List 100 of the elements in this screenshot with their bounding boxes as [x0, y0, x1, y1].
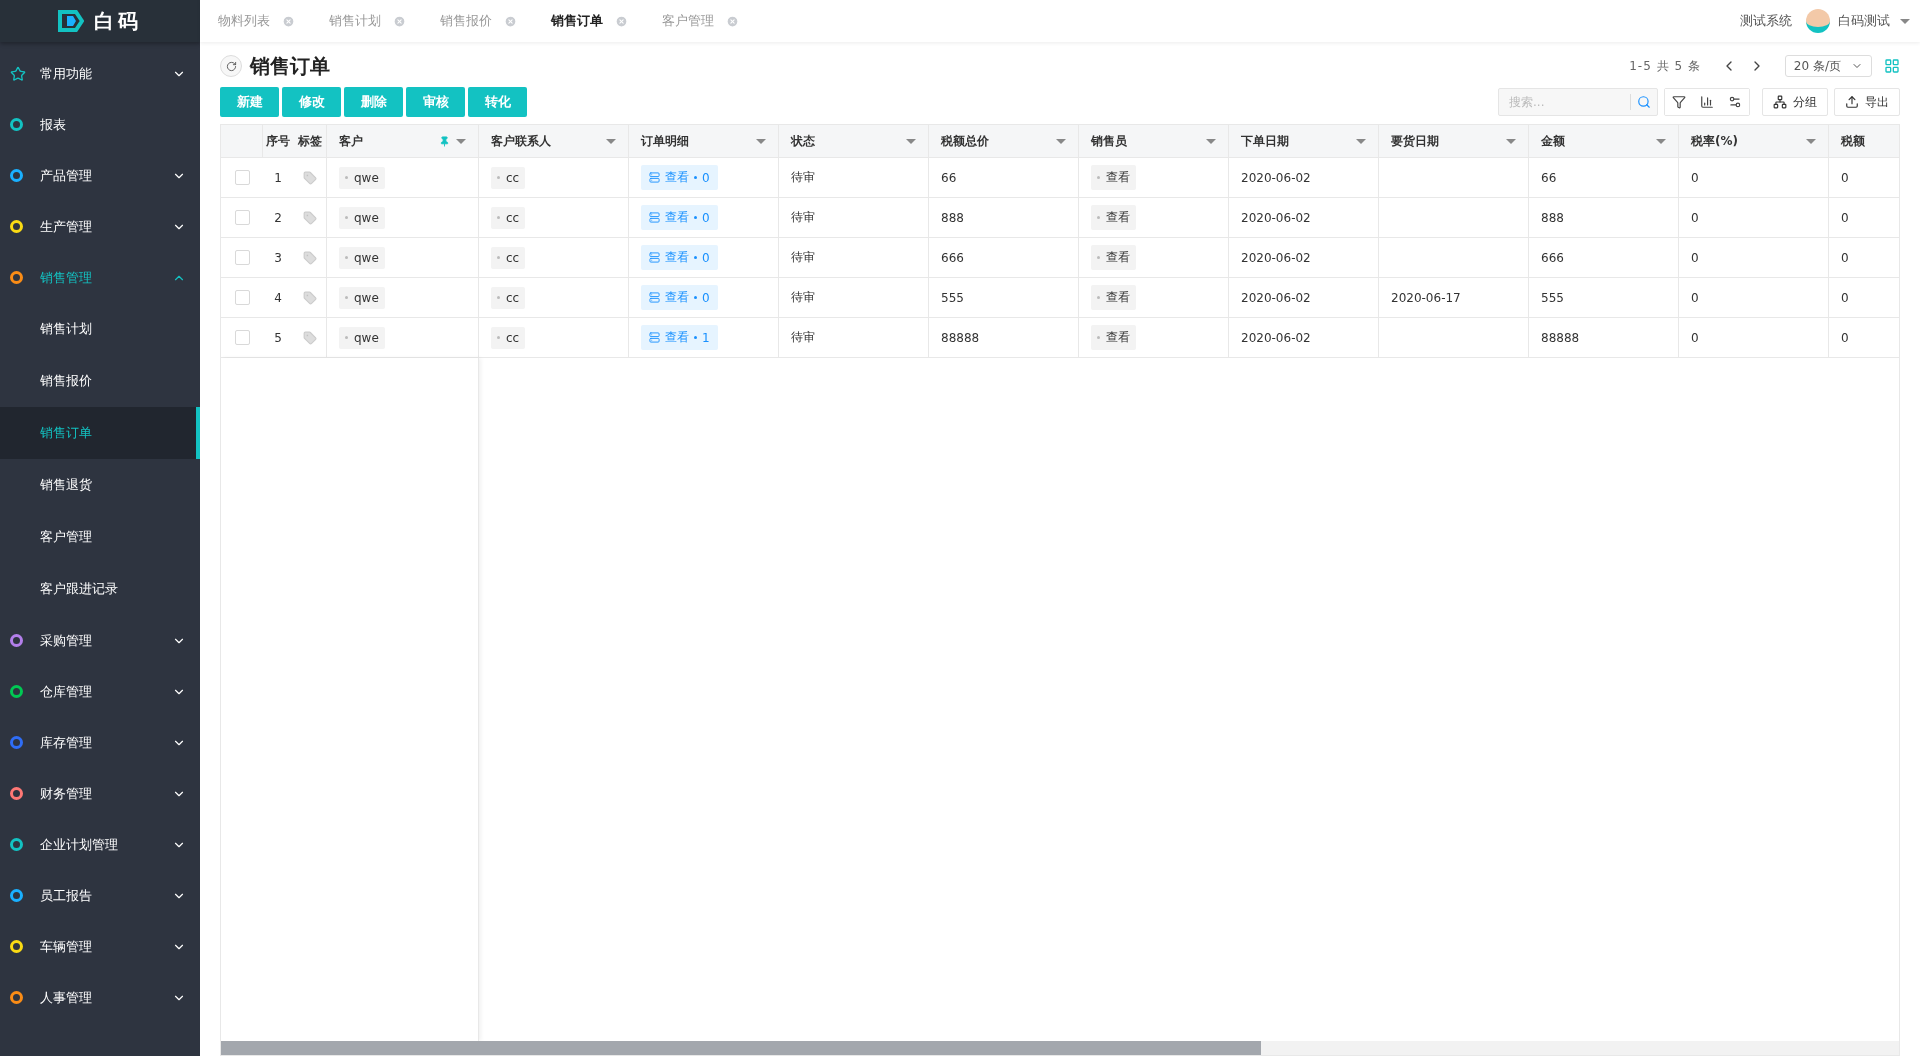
caret-icon[interactable]: [1206, 138, 1216, 144]
search-field[interactable]: 搜索...: [1507, 94, 1630, 110]
table-cell: 66: [941, 170, 957, 185]
tab[interactable]: 销售订单: [551, 12, 644, 30]
close-icon[interactable]: [504, 14, 517, 28]
tag-icon[interactable]: [302, 250, 317, 265]
grid-icon[interactable]: [1884, 58, 1900, 74]
sidebar-item[interactable]: 常用功能: [0, 48, 200, 99]
contact-tag[interactable]: cc: [491, 206, 526, 229]
sidebar-item[interactable]: 财务管理: [0, 768, 200, 819]
column-header[interactable]: 税额总价: [941, 132, 1050, 150]
row-checkbox[interactable]: [234, 250, 250, 265]
column-header[interactable]: 销售员: [1091, 132, 1200, 150]
caret-icon[interactable]: [906, 138, 916, 144]
customer-tag[interactable]: qwe: [339, 246, 385, 269]
column-header: 标签: [293, 125, 327, 157]
contact-tag[interactable]: cc: [491, 326, 526, 349]
caret-icon[interactable]: [456, 138, 466, 144]
table-cell: 待审: [791, 169, 815, 186]
table-cell: 88888: [1541, 330, 1580, 345]
view-link[interactable]: 查看: [1091, 325, 1136, 350]
list-icon: [649, 172, 660, 183]
toolbar-button[interactable]: 分组: [1762, 88, 1828, 116]
page-size-select[interactable]: 20 条/页: [1784, 55, 1872, 77]
customer-tag[interactable]: qwe: [339, 286, 385, 309]
customer-tag[interactable]: qwe: [339, 166, 385, 189]
tag-icon[interactable]: [302, 330, 317, 345]
sidebar-item[interactable]: 库存管理: [0, 717, 200, 768]
caret-icon[interactable]: [606, 138, 616, 144]
caret-icon[interactable]: [1356, 138, 1366, 144]
table-cell: 0: [1841, 250, 1849, 265]
close-icon[interactable]: [615, 14, 628, 28]
sidebar-subitem[interactable]: 客户管理: [0, 511, 200, 563]
close-icon[interactable]: [282, 14, 295, 28]
contact-tag[interactable]: cc: [491, 166, 526, 189]
sidebar-subitem[interactable]: 销售报价: [0, 355, 200, 407]
table-cell: 0: [1841, 170, 1849, 185]
caret-icon[interactable]: [1656, 138, 1666, 144]
table-cell: 555: [941, 290, 964, 305]
sidebar-subitem[interactable]: 销售计划: [0, 303, 200, 355]
view-link[interactable]: 查看: [1091, 285, 1136, 310]
sidebar-subitem[interactable]: 销售订单: [0, 407, 200, 459]
scrollbar-thumb[interactable]: [221, 1041, 1262, 1055]
table-cell: 88888: [941, 330, 980, 345]
table-cell: 0: [1691, 210, 1699, 225]
sidebar-item[interactable]: 采购管理: [0, 615, 200, 666]
list-icon: [649, 212, 660, 223]
search-icon: [1637, 95, 1651, 109]
table-cell: 0: [1691, 250, 1699, 265]
column-header[interactable]: 税率(%): [1691, 132, 1800, 150]
contact-tag[interactable]: cc: [491, 286, 526, 309]
caret-icon[interactable]: [1900, 18, 1910, 24]
customer-tag[interactable]: qwe: [339, 206, 385, 229]
column-header[interactable]: 要货日期: [1391, 132, 1500, 150]
column-header[interactable]: 金额: [1541, 132, 1650, 150]
contact-tag[interactable]: cc: [491, 246, 526, 269]
column-header[interactable]: 状态: [791, 132, 900, 150]
close-icon[interactable]: [393, 14, 406, 28]
view-link[interactable]: 查看: [1091, 165, 1136, 190]
toolbar-button[interactable]: 导出: [1834, 88, 1900, 116]
sidebar-item[interactable]: 产品管理: [0, 150, 200, 201]
sidebar-subitem[interactable]: 销售退货: [0, 459, 200, 511]
user-name[interactable]: 白码测试: [1838, 12, 1890, 30]
close-icon[interactable]: [726, 14, 739, 28]
table-cell: 0: [1841, 210, 1849, 225]
sidebar-subitem[interactable]: 客户跟进记录: [0, 563, 200, 615]
table-cell: 0: [1691, 330, 1699, 345]
row-checkbox[interactable]: [234, 210, 250, 225]
search-box[interactable]: 搜索...: [1498, 88, 1658, 116]
sidebar-item[interactable]: 员工报告: [0, 870, 200, 921]
upload-icon: [1845, 95, 1859, 109]
caret-icon[interactable]: [756, 138, 766, 144]
sidebar-item[interactable]: 生产管理: [0, 201, 200, 252]
row-checkbox[interactable]: [234, 330, 250, 345]
column-header[interactable]: 客户: [339, 132, 433, 150]
refresh-button[interactable]: [220, 55, 242, 77]
table-cell: 2020-06-02: [1241, 210, 1311, 225]
sidebar-item[interactable]: 销售管理: [0, 252, 200, 303]
column-header[interactable]: 下单日期: [1241, 132, 1350, 150]
row-checkbox[interactable]: [234, 290, 250, 305]
column-header[interactable]: 客户联系人: [491, 132, 600, 150]
sidebar-item[interactable]: 企业计划管理: [0, 819, 200, 870]
column-header[interactable]: 税额: [1841, 132, 1899, 150]
tag-icon[interactable]: [302, 210, 317, 225]
sidebar-item[interactable]: 人事管理: [0, 972, 200, 1023]
row-checkbox[interactable]: [234, 170, 250, 185]
column-header[interactable]: 订单明细: [641, 132, 750, 150]
caret-icon[interactable]: [1056, 138, 1066, 144]
sidebar-item[interactable]: 车辆管理: [0, 921, 200, 972]
pin-icon[interactable]: [439, 135, 450, 147]
customer-tag[interactable]: qwe: [339, 326, 385, 349]
view-link[interactable]: 查看: [1091, 205, 1136, 230]
table-cell: 待审: [791, 289, 815, 306]
caret-icon[interactable]: [1506, 138, 1516, 144]
sidebar-item[interactable]: 报表: [0, 99, 200, 150]
view-link[interactable]: 查看: [1091, 245, 1136, 270]
tag-icon[interactable]: [302, 170, 317, 185]
sidebar-item[interactable]: 仓库管理: [0, 666, 200, 717]
tag-icon[interactable]: [302, 290, 317, 305]
caret-icon[interactable]: [1806, 138, 1816, 144]
